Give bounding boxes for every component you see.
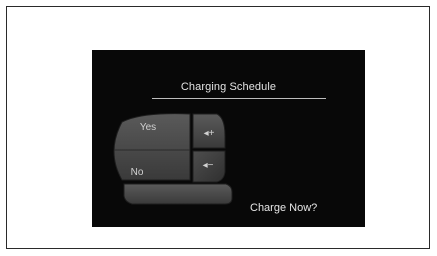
volume-up-icon: ◂+ [204, 128, 215, 139]
volume-down-button[interactable]: ◂− [192, 150, 226, 183]
figure-frame: Charging Schedule Yes No ◂+ ◂− Charge No… [6, 6, 430, 249]
steering-wheel-controls: Yes No ◂+ ◂− [113, 113, 233, 205]
volume-down-icon: ◂− [203, 160, 214, 171]
vehicle-display: Charging Schedule Yes No ◂+ ◂− Charge No… [92, 50, 365, 227]
charge-now-prompt: Charge Now? [250, 202, 318, 214]
bottom-bar-button[interactable] [123, 183, 233, 205]
yes-label: Yes [140, 122, 156, 133]
yes-no-rocker-button[interactable]: Yes No [113, 113, 191, 181]
no-label: No [131, 167, 144, 178]
volume-up-button[interactable]: ◂+ [192, 113, 226, 149]
